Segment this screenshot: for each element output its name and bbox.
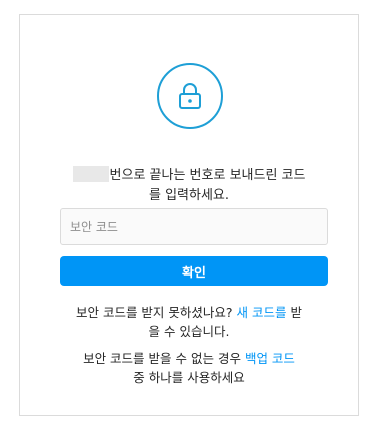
new-code-link[interactable]: 새 코드를 [237, 305, 287, 320]
masked-phone-number [72, 166, 109, 182]
backup-code-link[interactable]: 백업 코드 [245, 351, 295, 366]
instruction-text: 번으로 끝나는 번호로 보내드린 코드 를 입력하세요. [20, 166, 358, 206]
login-card: 번으로 끝나는 번호로 보내드린 코드 를 입력하세요. 확인 보안 코드를 받… [19, 14, 359, 416]
lock-icon [179, 83, 201, 109]
backup-prefix: 보안 코드를 받을 수 없는 경우 [83, 351, 241, 366]
instruction-line2: 를 입력하세요. [148, 188, 230, 203]
confirm-button[interactable]: 확인 [60, 256, 328, 286]
security-code-input[interactable] [60, 208, 328, 245]
backup-help-text: 보안 코드를 받을 수 없는 경우 백업 코드 중 하나를 사용하세요 [20, 349, 358, 387]
resend-prefix: 보안 코드를 받지 못하셨나요? [75, 305, 233, 320]
instruction-line1: 번으로 끝나는 번호로 보내드린 코드 [109, 168, 306, 183]
resend-help-text: 보안 코드를 받지 못하셨나요? 새 코드를 받 을 수 있습니다. [20, 303, 358, 341]
lock-icon-circle [157, 63, 223, 129]
backup-line2: 중 하나를 사용하세요 [133, 370, 245, 385]
resend-line2: 을 수 있습니다. [148, 324, 230, 339]
resend-suffix: 받 [290, 305, 303, 320]
